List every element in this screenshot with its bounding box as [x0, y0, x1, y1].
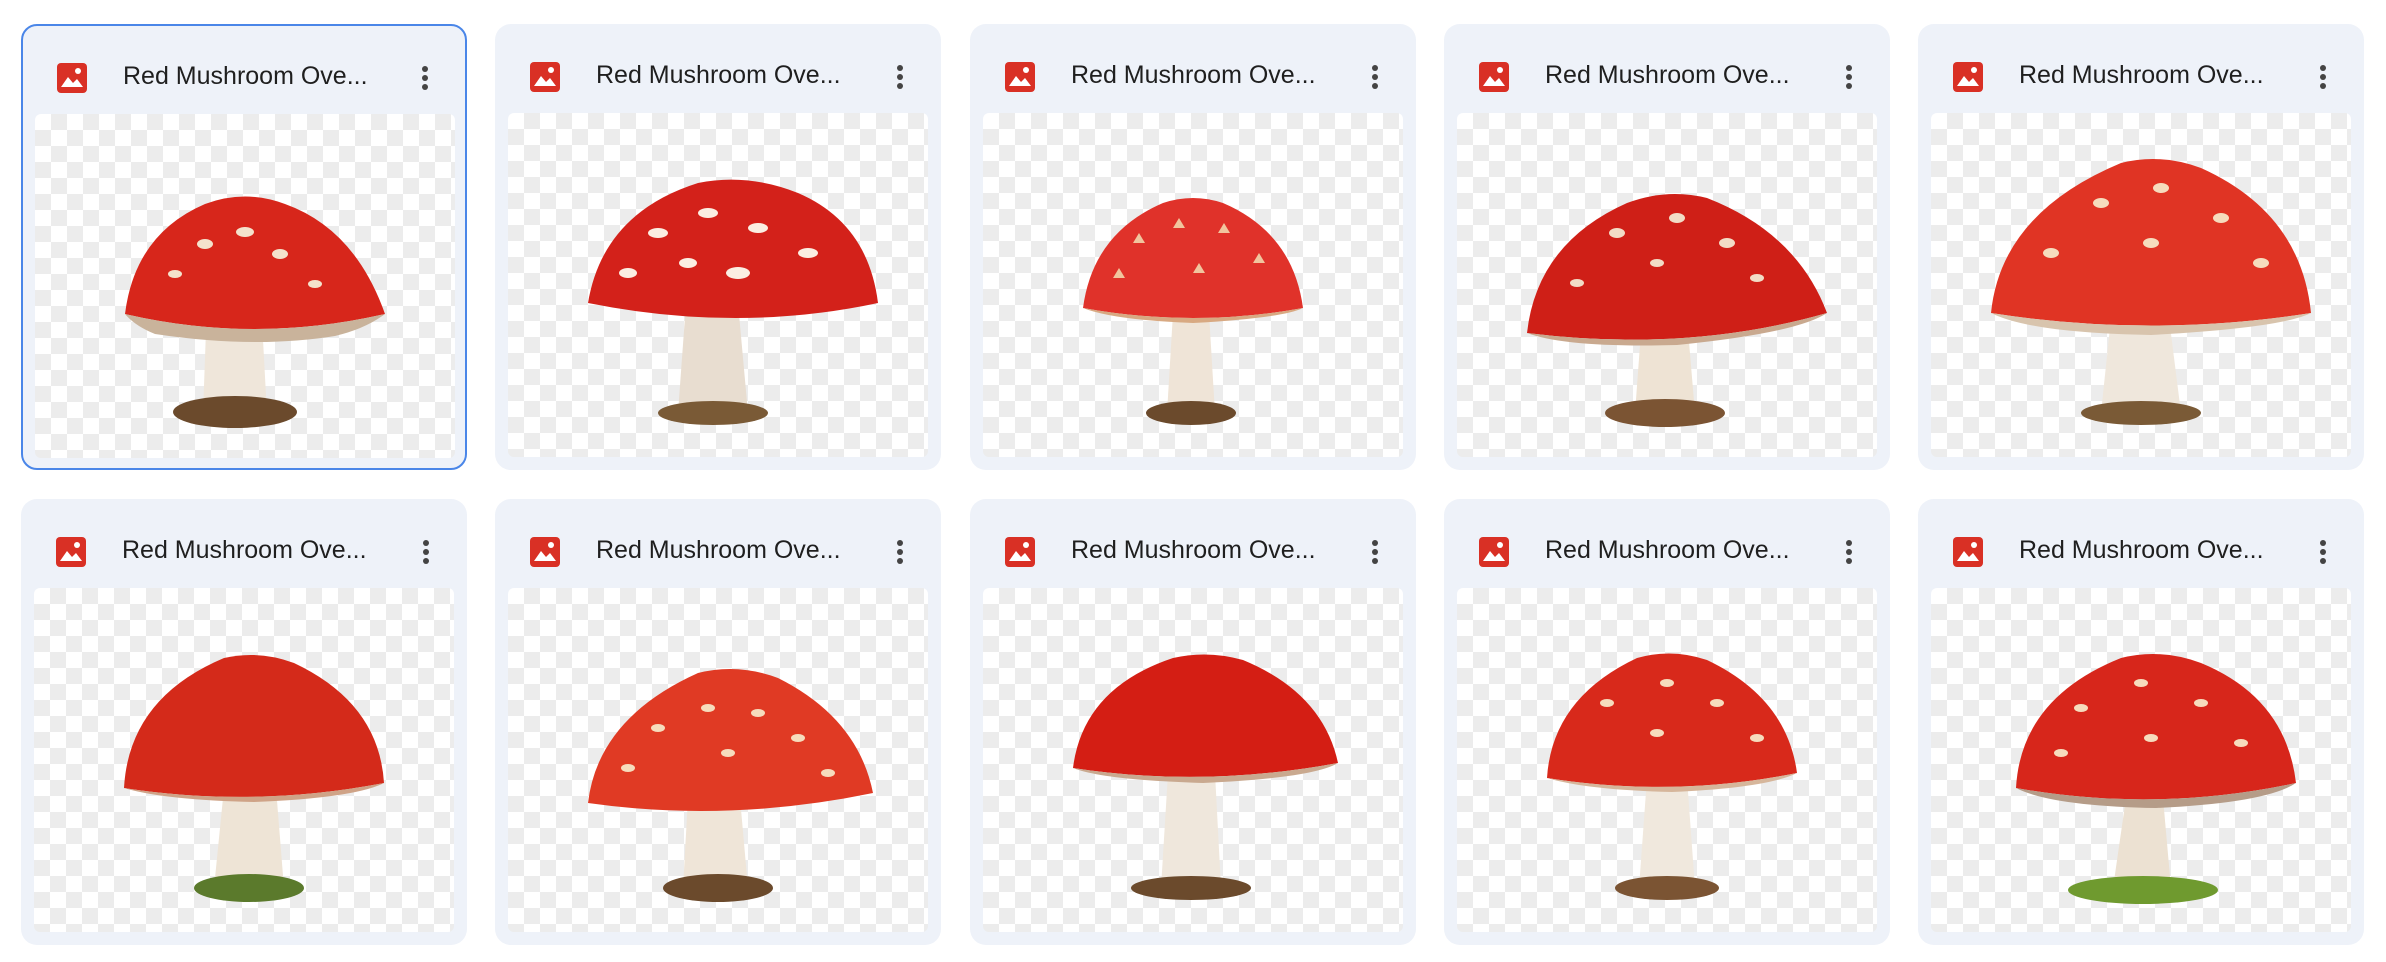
file-card[interactable]: Red Mushroom Ove... [970, 24, 1416, 470]
file-card[interactable]: Red Mushroom Ove... [21, 499, 467, 945]
image-file-icon [1952, 61, 1984, 93]
more-vertical-icon[interactable] [2305, 59, 2341, 95]
card-header: Red Mushroom Ove... [1919, 25, 2363, 113]
image-file-icon [56, 62, 88, 94]
image-file-icon [529, 536, 561, 568]
file-card[interactable]: Red Mushroom Ove... [1444, 499, 1890, 945]
card-header: Red Mushroom Ove... [1919, 500, 2363, 588]
more-vertical-icon[interactable] [407, 60, 443, 96]
more-vertical-icon[interactable] [882, 534, 918, 570]
file-name[interactable]: Red Mushroom Ove... [1545, 530, 1815, 570]
card-header: Red Mushroom Ove... [1445, 25, 1889, 113]
file-card[interactable]: Red Mushroom Ove... [1918, 499, 2364, 945]
card-header: Red Mushroom Ove... [971, 500, 1415, 588]
image-file-icon [55, 536, 87, 568]
file-card[interactable]: Red Mushroom Ove... [495, 499, 941, 945]
file-name[interactable]: Red Mushroom Ove... [1545, 55, 1815, 95]
more-vertical-icon[interactable] [1357, 59, 1393, 95]
image-thumbnail[interactable] [983, 113, 1403, 457]
file-card[interactable]: Red Mushroom Ove... [495, 24, 941, 470]
more-vertical-icon[interactable] [2305, 534, 2341, 570]
image-thumbnail[interactable] [508, 588, 928, 932]
card-header: Red Mushroom Ove... [496, 500, 940, 588]
file-card[interactable]: Red Mushroom Ove... [21, 24, 467, 470]
image-file-icon [1478, 61, 1510, 93]
image-file-icon [1478, 536, 1510, 568]
card-header: Red Mushroom Ove... [971, 25, 1415, 113]
file-card[interactable]: Red Mushroom Ove... [970, 499, 1416, 945]
card-header: Red Mushroom Ove... [496, 25, 940, 113]
file-card[interactable]: Red Mushroom Ove... [1918, 24, 2364, 470]
image-thumbnail[interactable] [1457, 588, 1877, 932]
file-name[interactable]: Red Mushroom Ove... [2019, 55, 2289, 95]
file-name[interactable]: Red Mushroom Ove... [596, 530, 866, 570]
file-name[interactable]: Red Mushroom Ove... [122, 530, 392, 570]
image-thumbnail[interactable] [508, 113, 928, 457]
more-vertical-icon[interactable] [408, 534, 444, 570]
file-grid: Red Mushroom Ove... Red Mushroom Ove... … [0, 0, 2386, 962]
image-file-icon [1952, 536, 1984, 568]
file-name[interactable]: Red Mushroom Ove... [1071, 55, 1341, 95]
file-name[interactable]: Red Mushroom Ove... [1071, 530, 1341, 570]
image-thumbnail[interactable] [1931, 588, 2351, 932]
card-header: Red Mushroom Ove... [22, 500, 466, 588]
card-header: Red Mushroom Ove... [23, 26, 465, 114]
more-vertical-icon[interactable] [1831, 59, 1867, 95]
file-name[interactable]: Red Mushroom Ove... [123, 56, 393, 96]
more-vertical-icon[interactable] [882, 59, 918, 95]
image-thumbnail[interactable] [1457, 113, 1877, 457]
image-thumbnail[interactable] [35, 114, 455, 458]
file-name[interactable]: Red Mushroom Ove... [2019, 530, 2289, 570]
image-thumbnail[interactable] [983, 588, 1403, 932]
file-name[interactable]: Red Mushroom Ove... [596, 55, 866, 95]
image-file-icon [1004, 536, 1036, 568]
image-thumbnail[interactable] [34, 588, 454, 932]
file-card[interactable]: Red Mushroom Ove... [1444, 24, 1890, 470]
more-vertical-icon[interactable] [1357, 534, 1393, 570]
image-file-icon [529, 61, 561, 93]
card-header: Red Mushroom Ove... [1445, 500, 1889, 588]
more-vertical-icon[interactable] [1831, 534, 1867, 570]
image-thumbnail[interactable] [1931, 113, 2351, 457]
image-file-icon [1004, 61, 1036, 93]
